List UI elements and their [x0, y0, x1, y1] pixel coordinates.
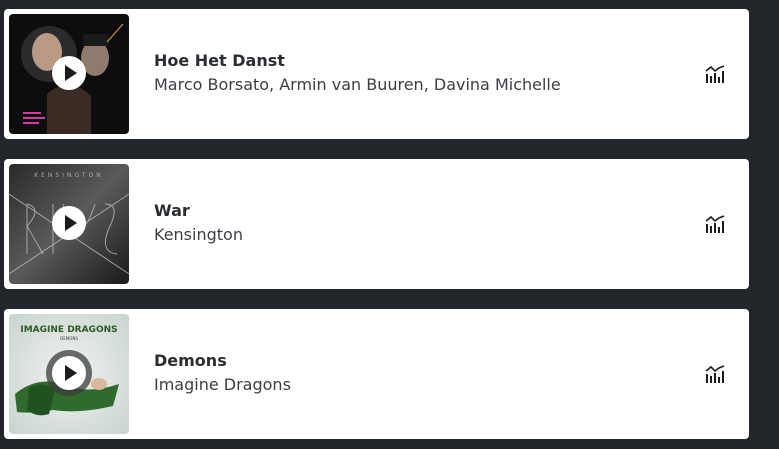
stats-button[interactable]	[703, 362, 727, 386]
track-artist: Imagine Dragons	[154, 375, 291, 394]
track-row[interactable]: KENSINGTON War Kensington	[4, 159, 749, 289]
track-row[interactable]: IMAGINE DRAGONS DEMONS Demons Imagine Dr…	[4, 309, 749, 439]
track-meta: Demons Imagine Dragons	[154, 350, 703, 398]
play-icon	[64, 65, 77, 81]
play-button[interactable]	[52, 356, 86, 390]
album-cover-war: KENSINGTON	[9, 164, 129, 284]
play-icon	[64, 215, 77, 231]
stats-button[interactable]	[703, 212, 727, 236]
track-row[interactable]: Hoe Het Danst Marco Borsato, Armin van B…	[4, 9, 749, 139]
track-meta: War Kensington	[154, 200, 703, 248]
track-meta: Hoe Het Danst Marco Borsato, Armin van B…	[154, 50, 703, 98]
track-list: Hoe Het Danst Marco Borsato, Armin van B…	[0, 0, 779, 449]
play-button[interactable]	[52, 206, 86, 240]
cover-text: KENSINGTON	[34, 172, 104, 179]
track-title: Hoe Het Danst	[154, 51, 285, 70]
play-icon	[64, 365, 77, 381]
track-artist: Marco Borsato, Armin van Buuren, Davina …	[154, 75, 561, 94]
chart-stats-icon	[705, 215, 725, 233]
track-title: Demons	[154, 351, 227, 370]
track-title: War	[154, 201, 190, 220]
album-cover-hoe-het-danst	[9, 14, 129, 134]
chart-stats-icon	[705, 65, 725, 83]
cover-text-top: IMAGINE DRAGONS	[20, 325, 117, 335]
track-artist: Kensington	[154, 225, 243, 244]
play-button[interactable]	[52, 56, 86, 90]
cover-text-sub: DEMONS	[60, 336, 78, 341]
album-cover-demons: IMAGINE DRAGONS DEMONS	[9, 314, 129, 434]
chart-stats-icon	[705, 365, 725, 383]
stats-button[interactable]	[703, 62, 727, 86]
